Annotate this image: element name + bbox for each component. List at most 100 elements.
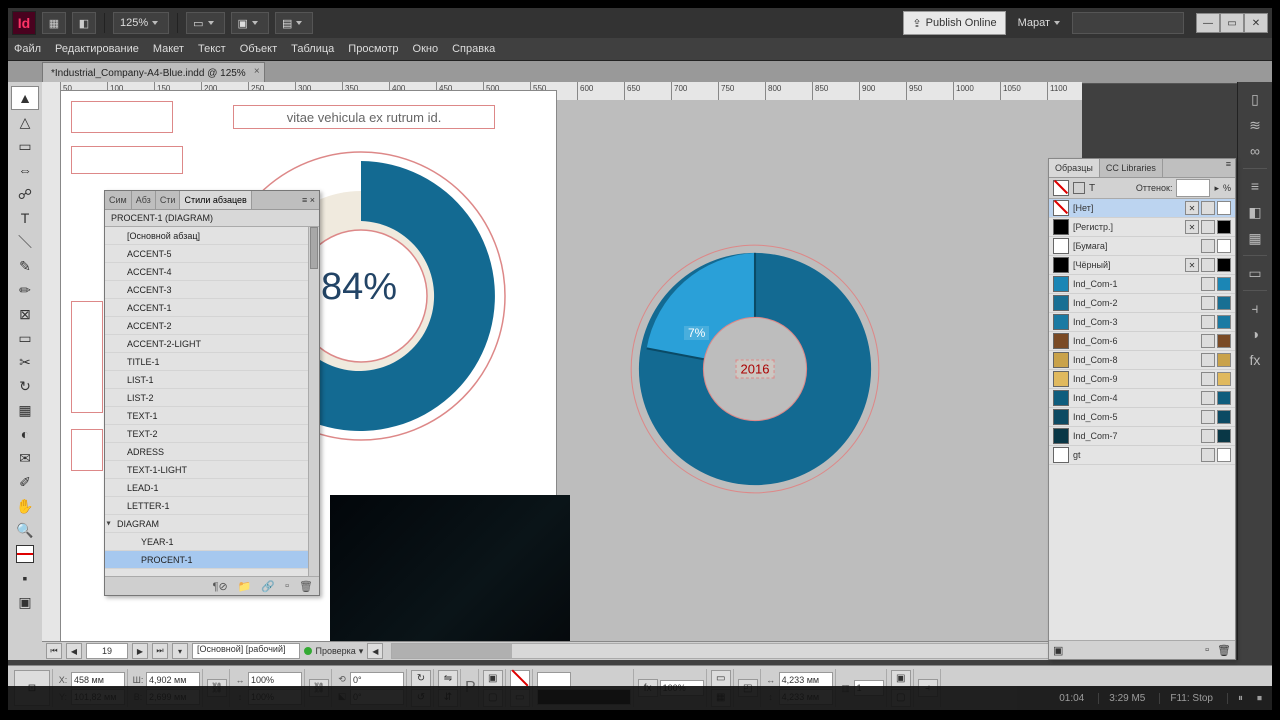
maximize-button[interactable]: ▭ <box>1220 13 1244 33</box>
pause-icon[interactable]: ⏸ <box>1227 693 1243 704</box>
close-tab-icon[interactable]: × <box>254 66 260 77</box>
tint-input[interactable] <box>1176 179 1210 197</box>
fit-content-icon[interactable]: ▣ <box>891 670 911 688</box>
hand-tool[interactable]: ✋ <box>11 494 39 518</box>
year-label[interactable]: 2016 <box>736 360 775 379</box>
select-container-icon[interactable]: ▣ <box>483 670 503 688</box>
gap-tool[interactable]: ⇔ <box>11 158 39 182</box>
menu-Файл[interactable]: Файл <box>14 43 41 55</box>
next-page-button[interactable]: ▶ <box>132 643 148 659</box>
align-icon[interactable]: ⫞ <box>1243 297 1267 319</box>
panel-menu-icon[interactable]: ≡ × <box>298 195 319 205</box>
panel-tab[interactable]: Абз <box>132 191 156 209</box>
wrap-none-icon[interactable]: ▭ <box>711 670 731 688</box>
horizontal-scrollbar[interactable] <box>391 643 1058 659</box>
help-search-input[interactable] <box>1072 12 1184 34</box>
rectangle-frame-tool[interactable]: ⊠ <box>11 302 39 326</box>
workspace-combo[interactable]: Марат <box>1012 13 1066 33</box>
style-item[interactable]: YEAR-1 <box>105 533 319 551</box>
style-item[interactable]: ACCENT-3 <box>105 281 319 299</box>
object-styles-icon[interactable]: ▭ <box>1243 262 1267 284</box>
menu-Окно[interactable]: Окно <box>413 43 439 55</box>
style-item[interactable]: ACCENT-2 <box>105 317 319 335</box>
scroll-left-button[interactable]: ◀ <box>367 643 383 659</box>
style-item[interactable]: [Основной абзац] <box>105 227 319 245</box>
swatch-item[interactable]: Ind_Com-5 <box>1049 408 1235 427</box>
pathfinder-icon[interactable]: ◑ <box>1243 323 1267 345</box>
style-item[interactable]: ACCENT-4 <box>105 263 319 281</box>
swatch-item[interactable]: [Нет]✕ <box>1049 199 1235 218</box>
last-page-button[interactable]: ⏭ <box>152 643 168 659</box>
link-icon[interactable]: 🔗 <box>261 580 275 593</box>
text-frame[interactable] <box>71 429 103 471</box>
document-tab[interactable]: *Industrial_Company-A4-Blue.indd @ 125% … <box>42 62 265 83</box>
stock-icon[interactable]: ◧ <box>72 12 96 34</box>
menu-Текст[interactable]: Текст <box>198 43 226 55</box>
style-item[interactable]: LIST-1 <box>105 371 319 389</box>
fill-proxy[interactable] <box>510 670 530 688</box>
swatch-item[interactable]: Ind_Com-8 <box>1049 351 1235 370</box>
panel-tab[interactable]: CC Libraries <box>1100 159 1163 177</box>
delete-swatch-icon[interactable]: 🗑 <box>1217 644 1231 657</box>
direct-selection-tool[interactable]: △ <box>11 110 39 134</box>
text-frame[interactable]: vitae vehicula ex rutrum id. <box>233 105 495 129</box>
scissors-tool[interactable]: ✂ <box>11 350 39 374</box>
text-frame[interactable] <box>71 101 173 133</box>
preflight-status[interactable]: Проверка ▾ <box>304 646 363 657</box>
pen-tool[interactable]: ✎ <box>11 254 39 278</box>
text-frame[interactable] <box>71 146 183 174</box>
new-style-icon[interactable]: ▫ <box>285 580 289 592</box>
panel-tab[interactable]: Стили абзацев <box>180 191 251 209</box>
style-item[interactable]: ACCENT-1 <box>105 299 319 317</box>
panel-tab[interactable]: Сти <box>156 191 181 209</box>
delete-icon[interactable]: 🗑 <box>299 580 313 593</box>
menu-Просмотр[interactable]: Просмотр <box>348 43 398 55</box>
panel-menu-icon[interactable]: ≡ <box>1222 159 1235 177</box>
gradient-swatch-tool[interactable]: ▦ <box>11 398 39 422</box>
style-item[interactable]: LEAD-1 <box>105 479 319 497</box>
swatch-item[interactable]: Ind_Com-3 <box>1049 313 1235 332</box>
swatches-icon[interactable]: ▦ <box>1243 227 1267 249</box>
gradient-feather-tool[interactable]: ◐ <box>11 422 39 446</box>
selection-tool[interactable]: ▲ <box>11 86 39 110</box>
links-icon[interactable]: ∞ <box>1243 140 1267 162</box>
ruler-vertical[interactable] <box>42 100 61 642</box>
bridge-icon[interactable]: ▦ <box>42 12 66 34</box>
donut-chart-right[interactable]: 7% 2016 <box>626 240 884 498</box>
menu-Редактирование[interactable]: Редактирование <box>55 43 139 55</box>
flip-h-icon[interactable]: ⇋ <box>438 670 458 688</box>
type-tool[interactable]: T <box>11 206 39 230</box>
fill-stroke-swatch[interactable] <box>11 542 39 566</box>
swatch-item[interactable]: Ind_Com-2 <box>1049 294 1235 313</box>
stroke-icon[interactable]: ≡ <box>1243 175 1267 197</box>
menu-Справка[interactable]: Справка <box>452 43 495 55</box>
style-item[interactable]: TITLE-1 <box>105 353 319 371</box>
swatch-item[interactable]: Ind_Com-7 <box>1049 427 1235 446</box>
page-number-field[interactable]: 19 <box>86 643 128 659</box>
open-dropdown-button[interactable]: ▾ <box>172 643 188 659</box>
ruler-origin[interactable] <box>42 82 61 101</box>
tint-slider-icon[interactable]: ▸ <box>1214 183 1219 194</box>
swatch-item[interactable]: Ind_Com-6 <box>1049 332 1235 351</box>
master-combo[interactable]: [Основной] [рабочий] <box>192 643 300 659</box>
style-item[interactable]: LETTER-1 <box>105 497 319 515</box>
rectangle-tool[interactable]: ▭ <box>11 326 39 350</box>
menu-Таблица[interactable]: Таблица <box>291 43 334 55</box>
swatch-item[interactable]: Ind_Com-9 <box>1049 370 1235 389</box>
page-tool[interactable]: ▭ <box>11 134 39 158</box>
minimize-button[interactable]: — <box>1196 13 1220 33</box>
publish-online-button[interactable]: ⇪ Publish Online <box>903 11 1005 35</box>
style-item[interactable]: PROCENT-1 <box>105 551 319 569</box>
screen-mode[interactable]: ▣ <box>231 12 269 34</box>
view-options[interactable]: ▭ <box>186 12 224 34</box>
stroke-proxy-icon[interactable] <box>1073 182 1085 194</box>
swatch-item[interactable]: Ind_Com-1 <box>1049 275 1235 294</box>
eyedropper-tool[interactable]: ✐ <box>11 470 39 494</box>
menu-Объект[interactable]: Объект <box>240 43 277 55</box>
panel-tab[interactable]: Сим <box>105 191 132 209</box>
placed-image[interactable] <box>330 495 570 642</box>
new-swatch-icon[interactable]: ▫ <box>1205 644 1209 656</box>
zoom-combo[interactable]: 125% <box>113 12 169 34</box>
style-item[interactable]: ACCENT-2-LIGHT <box>105 335 319 353</box>
swatch-item[interactable]: [Чёрный]✕ <box>1049 256 1235 275</box>
